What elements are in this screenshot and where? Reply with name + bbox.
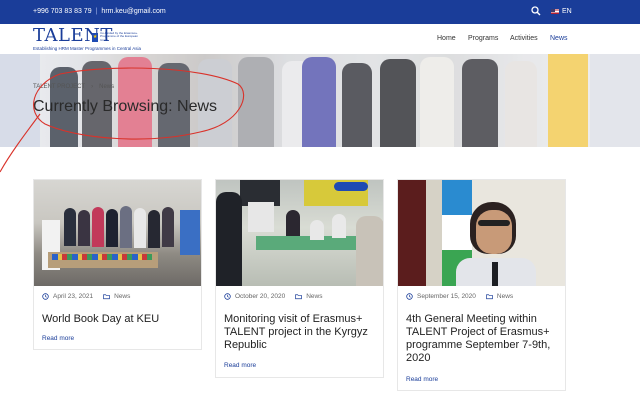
post-date: September 15, 2020	[417, 293, 476, 300]
post-card[interactable]: October 20, 2020 News Monitoring visit o…	[215, 179, 384, 378]
post-category-link[interactable]: News	[114, 293, 130, 300]
post-meta: October 20, 2020 News	[224, 293, 323, 300]
post-title-link[interactable]: World Book Day at KEU	[42, 313, 192, 326]
eu-label: Co-funded by the Erasmus+ Programme of t…	[100, 30, 138, 42]
contact-info: +996 703 83 83 79 | hrm.keu@gmail.com	[33, 8, 166, 15]
language-label: EN	[562, 8, 572, 15]
post-thumbnail[interactable]	[216, 180, 383, 286]
clock-icon	[224, 293, 231, 300]
post-meta: April 23, 2021 News	[42, 293, 130, 300]
nav-programs[interactable]: Programs	[468, 35, 498, 42]
top-bar: +996 703 83 83 79 | hrm.keu@gmail.com EN	[0, 0, 640, 24]
breadcrumb: TALENT PROJECT › News	[33, 84, 114, 90]
post-meta: September 15, 2020 News	[406, 293, 513, 300]
post-thumbnail[interactable]	[398, 180, 565, 286]
language-switcher[interactable]: EN	[551, 8, 572, 15]
nav-news[interactable]: News	[550, 35, 568, 42]
phone-number[interactable]: +996 703 83 83 79	[33, 8, 92, 15]
read-more-link[interactable]: Read more	[42, 335, 74, 342]
search-icon[interactable]	[531, 6, 541, 16]
email-address[interactable]: hrm.keu@gmail.com	[101, 8, 165, 15]
contact-divider: |	[95, 8, 98, 15]
site-header: TALENT Establishing HRM Master Programme…	[0, 24, 640, 54]
post-card[interactable]: September 15, 2020 News 4th General Meet…	[397, 179, 566, 391]
clock-icon	[406, 293, 413, 300]
folder-icon	[295, 294, 303, 300]
post-title-link[interactable]: Monitoring visit of Erasmus+ TALENT proj…	[224, 313, 374, 352]
breadcrumb-current: News	[99, 84, 115, 90]
post-date: October 20, 2020	[235, 293, 286, 300]
read-more-link[interactable]: Read more	[406, 376, 438, 383]
eu-flag-icon: ★	[92, 32, 99, 42]
page-hero: TALENT PROJECT › News Currently Browsing…	[0, 54, 640, 147]
folder-icon	[103, 294, 110, 300]
clock-icon	[42, 293, 49, 300]
post-date: April 23, 2021	[53, 293, 94, 300]
eu-logo: ★ Co-funded by the Erasmus+ Programme of…	[92, 30, 140, 42]
nav-activities[interactable]: Activities	[510, 35, 538, 42]
logo-tagline: Establishing HRM Master Programmes in Ce…	[33, 46, 142, 51]
post-category-link[interactable]: News	[306, 293, 322, 300]
folder-icon	[486, 294, 493, 300]
breadcrumb-home-link[interactable]: TALENT PROJECT	[33, 84, 85, 90]
nav-home[interactable]: Home	[437, 35, 456, 42]
post-thumbnail[interactable]	[34, 180, 201, 286]
read-more-link[interactable]: Read more	[224, 362, 256, 369]
post-category-link[interactable]: News	[497, 293, 513, 300]
post-card[interactable]: April 23, 2021 News World Book Day at KE…	[33, 179, 202, 350]
breadcrumb-separator-icon: ›	[91, 84, 94, 90]
page-title: Currently Browsing: News	[33, 98, 218, 115]
post-title-link[interactable]: 4th General Meeting within TALENT Projec…	[406, 313, 556, 365]
us-flag-icon	[551, 9, 559, 14]
